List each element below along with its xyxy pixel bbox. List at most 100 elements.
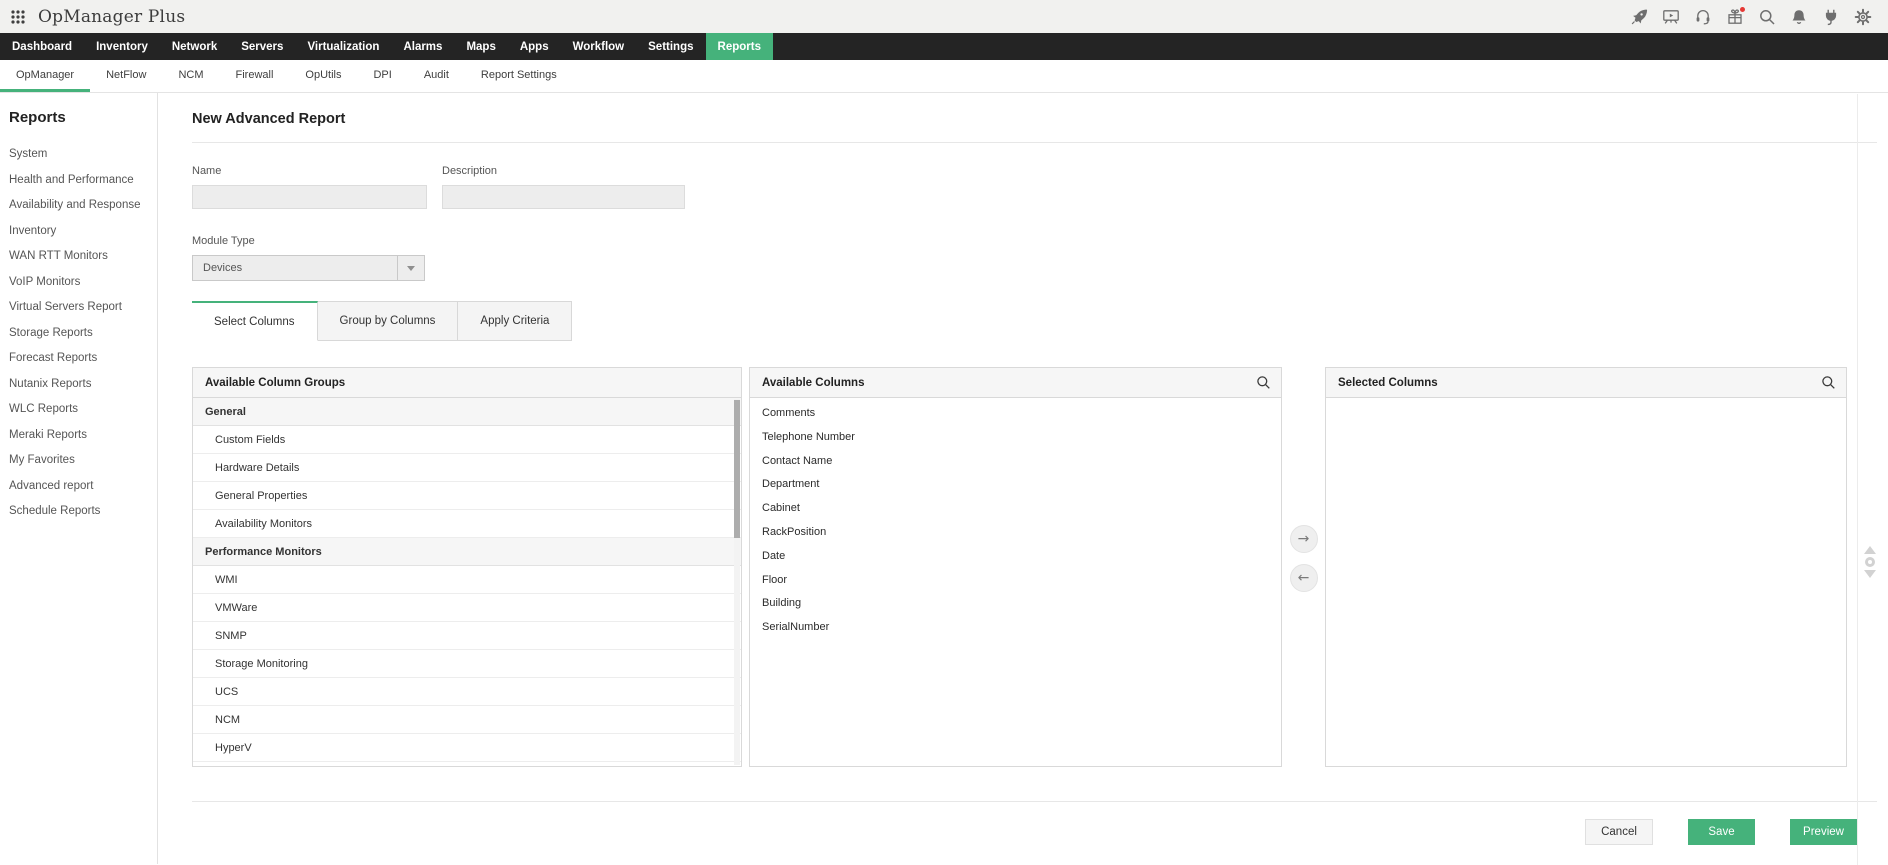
chevron-down-icon: [407, 265, 415, 271]
nav-item[interactable]: Maps: [454, 33, 507, 60]
column-group-row[interactable]: WMI: [193, 566, 741, 594]
column-group-row[interactable]: General Properties: [193, 482, 741, 510]
move-left-button[interactable]: ←: [1289, 564, 1318, 592]
app-launcher-grid-icon[interactable]: [10, 9, 26, 25]
tab[interactable]: Apply Criteria: [458, 301, 573, 341]
description-input[interactable]: [442, 185, 685, 209]
nav-item[interactable]: Settings: [636, 33, 705, 60]
arrow-left-icon: ←: [1297, 570, 1310, 586]
column-item[interactable]: SerialNumber: [750, 616, 1281, 640]
tab[interactable]: Select Columns: [192, 301, 318, 341]
column-group-row[interactable]: NCM: [193, 706, 741, 734]
nav-item[interactable]: Inventory: [84, 33, 160, 60]
nav-item[interactable]: Alarms: [391, 33, 454, 60]
search-icon[interactable]: [1821, 375, 1836, 390]
sidebar-item[interactable]: Advanced report: [9, 480, 157, 506]
sidebar-item[interactable]: My Favorites: [9, 454, 157, 480]
column-item[interactable]: RackPosition: [750, 521, 1281, 545]
subnav-item[interactable]: OpManager: [0, 60, 91, 92]
app-title: OpManager Plus: [38, 6, 186, 27]
nav-item[interactable]: Virtualization: [295, 33, 391, 60]
column-item[interactable]: Floor: [750, 569, 1281, 593]
gear-icon[interactable]: [1854, 8, 1872, 26]
sidebar-item[interactable]: Inventory: [9, 225, 157, 251]
subnav-item[interactable]: DPI: [357, 60, 407, 92]
page-scroller: [1863, 546, 1877, 578]
column-group-row[interactable]: CLI: [193, 762, 741, 766]
move-right-button[interactable]: →: [1289, 525, 1318, 553]
plugin-icon[interactable]: [1822, 8, 1840, 26]
subnav-item[interactable]: Audit: [408, 60, 465, 92]
sidebar-item[interactable]: System: [9, 148, 157, 174]
available-column-groups-panel: Available Column Groups General Custom Fi…: [192, 367, 742, 767]
subnav-item[interactable]: NCM: [162, 60, 219, 92]
subnav-item[interactable]: OpUtils: [289, 60, 357, 92]
module-type-group: Module Type Devices: [192, 235, 1888, 281]
column-group-row[interactable]: Performance Monitors: [193, 538, 741, 566]
column-group-row[interactable]: UCS: [193, 678, 741, 706]
support-headset-icon[interactable]: [1694, 8, 1712, 26]
sidebar-item[interactable]: Virtual Servers Report: [9, 301, 157, 327]
subnav-item[interactable]: Report Settings: [465, 60, 573, 92]
module-type-caret-button[interactable]: [397, 256, 424, 280]
reports-sidebar: Reports System Health and Performance Avai…: [0, 93, 158, 864]
save-button[interactable]: Save: [1688, 819, 1755, 845]
subnav-item[interactable]: NetFlow: [90, 60, 162, 92]
column-item[interactable]: Building: [750, 592, 1281, 616]
cancel-button[interactable]: Cancel: [1585, 819, 1653, 845]
scroll-down-icon[interactable]: [1864, 570, 1876, 578]
module-type-select[interactable]: Devices: [192, 255, 425, 281]
column-group-row[interactable]: General: [193, 398, 741, 426]
sidebar-item[interactable]: Nutanix Reports: [9, 378, 157, 404]
sidebar-item[interactable]: Storage Reports: [9, 327, 157, 353]
groups-scrollbar[interactable]: [734, 399, 740, 765]
sidebar-item[interactable]: Schedule Reports: [9, 505, 157, 531]
transfer-controls: → ←: [1282, 367, 1325, 592]
column-group-row[interactable]: Storage Monitoring: [193, 650, 741, 678]
sidebar-item[interactable]: VoIP Monitors: [9, 276, 157, 302]
gift-icon[interactable]: [1726, 6, 1745, 26]
sidebar-item[interactable]: Meraki Reports: [9, 429, 157, 455]
rocket-icon[interactable]: [1630, 8, 1648, 26]
column-group-row[interactable]: VMWare: [193, 594, 741, 622]
column-group-row[interactable]: Availability Monitors: [193, 510, 741, 538]
footer-divider: [192, 801, 1877, 802]
description-label: Description: [442, 165, 498, 177]
sidebar-item[interactable]: Availability and Response: [9, 199, 157, 225]
column-item[interactable]: Cabinet: [750, 497, 1281, 521]
column-item[interactable]: Telephone Number: [750, 426, 1281, 450]
column-group-row[interactable]: Hardware Details: [193, 454, 741, 482]
sidebar-item[interactable]: Health and Performance: [9, 174, 157, 200]
groups-panel-header: Available Column Groups: [193, 368, 741, 398]
column-item[interactable]: Department: [750, 473, 1281, 497]
preview-button[interactable]: Preview: [1790, 819, 1857, 845]
bell-icon[interactable]: [1790, 8, 1808, 26]
column-item[interactable]: Date: [750, 545, 1281, 569]
nav-item[interactable]: Apps: [508, 33, 561, 60]
column-group-row[interactable]: HyperV: [193, 734, 741, 762]
column-item[interactable]: Comments: [750, 402, 1281, 426]
tab[interactable]: Group by Columns: [317, 301, 459, 341]
sidebar-item[interactable]: WLC Reports: [9, 403, 157, 429]
column-group-row[interactable]: SNMP: [193, 622, 741, 650]
nav-item[interactable]: Dashboard: [0, 33, 84, 60]
scroll-up-icon[interactable]: [1864, 546, 1876, 554]
groups-scrollbar-thumb[interactable]: [734, 400, 740, 538]
sidebar-item[interactable]: Forecast Reports: [9, 352, 157, 378]
nav-item[interactable]: Reports: [705, 33, 773, 60]
column-item[interactable]: Contact Name: [750, 450, 1281, 474]
search-icon[interactable]: [1758, 8, 1776, 26]
arrow-right-icon: →: [1297, 531, 1310, 547]
scroll-drag-icon[interactable]: [1865, 557, 1875, 567]
search-icon[interactable]: [1256, 375, 1271, 390]
sidebar-item[interactable]: WAN RTT Monitors: [9, 250, 157, 276]
nav-item[interactable]: Servers: [229, 33, 295, 60]
nav-item[interactable]: Workflow: [561, 33, 637, 60]
title-divider: [192, 142, 1877, 143]
nav-item[interactable]: Network: [160, 33, 229, 60]
subnav-item[interactable]: Firewall: [220, 60, 290, 92]
groups-panel-title: Available Column Groups: [205, 376, 346, 389]
column-group-row[interactable]: Custom Fields: [193, 426, 741, 454]
name-input[interactable]: [192, 185, 427, 209]
demo-icon[interactable]: [1662, 8, 1680, 26]
